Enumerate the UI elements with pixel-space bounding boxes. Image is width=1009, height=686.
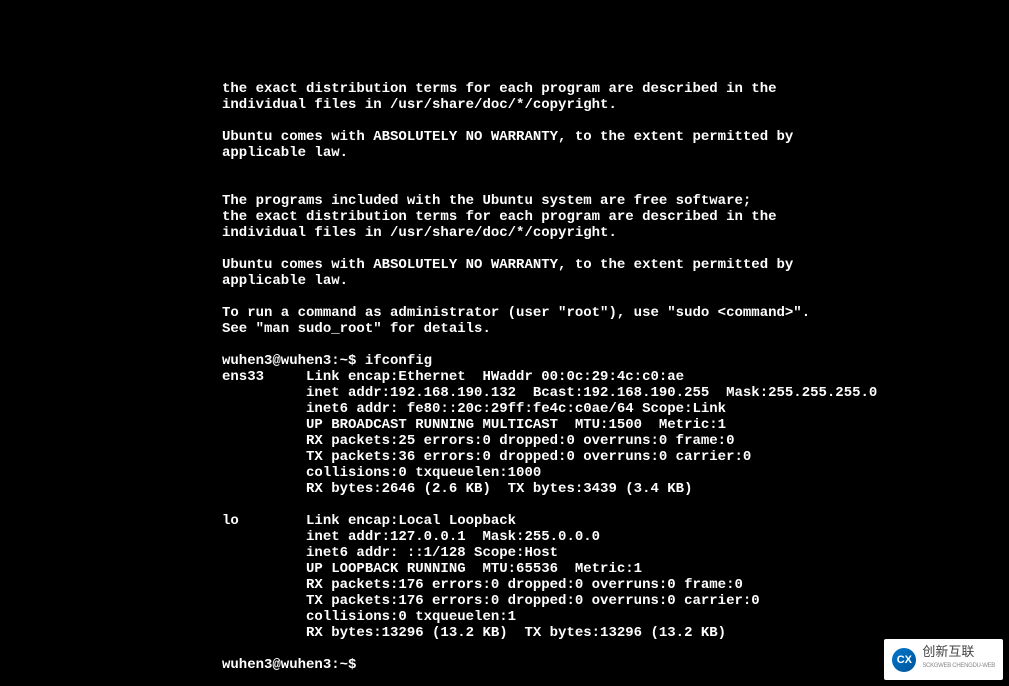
watermark-badge: CX 创新互联 SCKGWEB CHENGDU-WEB <box>884 639 1003 680</box>
terminal-output[interactable]: the exact distribution terms for each pr… <box>222 65 877 673</box>
cursor-icon <box>365 659 373 673</box>
watermark-logo-icon: CX <box>892 648 916 672</box>
ifconfig-line: UP LOOPBACK RUNNING MTU:65536 Metric:1 <box>222 561 642 577</box>
watermark-sub: SCKGWEB CHENGDU-WEB <box>922 658 995 674</box>
ifconfig-line: RX bytes:2646 (2.6 KB) TX bytes:3439 (3.… <box>222 481 692 497</box>
ifconfig-line: collisions:0 txqueuelen:1000 <box>222 465 541 481</box>
ifconfig-line: RX packets:25 errors:0 dropped:0 overrun… <box>222 433 734 449</box>
ifconfig-line: inet6 addr: fe80::20c:29ff:fe4c:c0ae/64 … <box>222 401 726 417</box>
shell-prompt[interactable]: wuhen3@wuhen3:~$ <box>222 657 365 673</box>
motd-line: Ubuntu comes with ABSOLUTELY NO WARRANTY… <box>222 129 793 145</box>
motd-line: the exact distribution terms for each pr… <box>222 81 777 97</box>
ifconfig-line: inet6 addr: ::1/128 Scope:Host <box>222 545 558 561</box>
command-text: ifconfig <box>365 353 432 369</box>
ifconfig-line: collisions:0 txqueuelen:1 <box>222 609 516 625</box>
motd-line: See "man sudo_root" for details. <box>222 321 491 337</box>
ifconfig-line: TX packets:36 errors:0 dropped:0 overrun… <box>222 449 751 465</box>
ifconfig-line: UP BROADCAST RUNNING MULTICAST MTU:1500 … <box>222 417 726 433</box>
ifconfig-line: RX packets:176 errors:0 dropped:0 overru… <box>222 577 743 593</box>
ifconfig-line: TX packets:176 errors:0 dropped:0 overru… <box>222 593 760 609</box>
motd-line: The programs included with the Ubuntu sy… <box>222 193 751 209</box>
motd-line: the exact distribution terms for each pr… <box>222 209 777 225</box>
watermark-brand: 创新互联 <box>922 645 995 658</box>
motd-line: To run a command as administrator (user … <box>222 305 810 321</box>
motd-line: applicable law. <box>222 273 348 289</box>
motd-line: individual files in /usr/share/doc/*/cop… <box>222 225 617 241</box>
shell-prompt: wuhen3@wuhen3:~$ <box>222 353 365 369</box>
ifconfig-line: inet addr:192.168.190.132 Bcast:192.168.… <box>222 385 877 401</box>
ifconfig-line: lo Link encap:Local Loopback <box>222 513 516 529</box>
motd-line: applicable law. <box>222 145 348 161</box>
ifconfig-line: inet addr:127.0.0.1 Mask:255.0.0.0 <box>222 529 600 545</box>
motd-line: individual files in /usr/share/doc/*/cop… <box>222 97 617 113</box>
ifconfig-line: ens33 Link encap:Ethernet HWaddr 00:0c:2… <box>222 369 684 385</box>
motd-line: Ubuntu comes with ABSOLUTELY NO WARRANTY… <box>222 257 793 273</box>
ifconfig-line: RX bytes:13296 (13.2 KB) TX bytes:13296 … <box>222 625 726 641</box>
